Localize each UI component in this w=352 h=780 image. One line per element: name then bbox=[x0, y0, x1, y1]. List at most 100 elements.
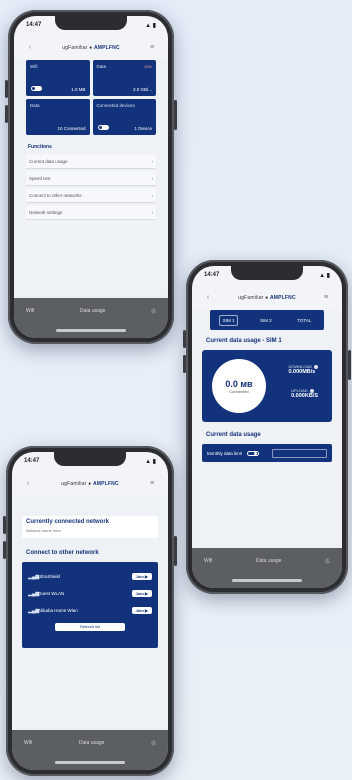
bottom-nav: Wifi Data usage Ⓢ bbox=[14, 298, 168, 338]
back-icon[interactable]: ‹ bbox=[26, 44, 34, 52]
volume-button bbox=[183, 355, 186, 373]
wifi-toggle[interactable] bbox=[31, 86, 42, 91]
phone-home: 14:47 ▲ ▮ ‹ ugFamiliar ● AMPLFNC ≡ Wifi … bbox=[5, 10, 177, 344]
network-name: Alibaba Home Wlan bbox=[38, 608, 78, 613]
network-row[interactable]: ▂▄▆ Guest WLAN Join ▶ bbox=[28, 585, 152, 602]
network-row[interactable]: ▂▄▆ UltraShield Join ▶ bbox=[28, 568, 152, 585]
back-icon[interactable]: ‹ bbox=[204, 294, 212, 302]
status-time: 14:47 bbox=[24, 458, 40, 464]
join-button[interactable]: Join ▶ bbox=[131, 590, 152, 597]
devices-toggle[interactable] bbox=[97, 125, 109, 130]
nav-left[interactable]: Wifi bbox=[204, 558, 212, 564]
tile-value: 3.0 GB/... bbox=[132, 87, 152, 92]
power-button bbox=[174, 100, 177, 130]
gauge-label: Connected bbox=[229, 388, 249, 394]
current-network-title: Currently connected network bbox=[26, 519, 110, 525]
functions-list: Current data usage › Speed test › Connect … bbox=[26, 154, 156, 222]
function-label: Current data usage bbox=[29, 158, 68, 164]
power-button bbox=[174, 536, 177, 566]
current-usage-title: Current data usage bbox=[206, 432, 261, 438]
volume-button bbox=[5, 105, 8, 123]
volume-button bbox=[183, 330, 186, 348]
other-network-title: Connect to other network bbox=[26, 550, 99, 556]
data-limit-label: Monthly data limit bbox=[207, 450, 243, 456]
network-row[interactable]: ▂▄▆ Alibaba Home Wlan Join ▶ bbox=[28, 602, 152, 619]
data-limit-bar: Monthly data limit bbox=[202, 444, 332, 462]
power-button bbox=[348, 350, 351, 380]
menu-icon[interactable]: ≡ bbox=[322, 294, 330, 302]
function-item[interactable]: Network settings › bbox=[26, 205, 156, 220]
brand-logo: ugFamiliar ● AMPLFNC bbox=[238, 295, 296, 301]
settings-icon[interactable]: Ⓢ bbox=[325, 558, 330, 565]
refresh-button[interactable]: Refresh list bbox=[55, 623, 125, 631]
current-network-name: Network name here bbox=[26, 528, 61, 533]
menu-icon[interactable]: ≡ bbox=[148, 44, 156, 52]
signal-icon: ▲ ▮ bbox=[145, 458, 156, 465]
join-button[interactable]: Join ▶ bbox=[131, 607, 152, 614]
settings-icon[interactable]: Ⓢ bbox=[151, 308, 156, 315]
data-limit-input[interactable] bbox=[272, 448, 327, 458]
network-list: ▂▄▆ UltraShield Join ▶ ▂▄▆ Guest WLAN Jo… bbox=[22, 562, 158, 648]
bottom-nav: Wifi Data usage Ⓢ bbox=[192, 548, 342, 588]
chevron-right-icon: › bbox=[151, 192, 154, 198]
upload-value: 0.000KB/S bbox=[291, 393, 318, 399]
tile-data[interactable]: Data 10% 3.0 GB/... bbox=[92, 60, 156, 96]
tile-title: Connected devices bbox=[96, 103, 135, 108]
download-icon bbox=[314, 364, 318, 369]
tile-data-connected[interactable]: Data 10 Connected bbox=[26, 99, 90, 135]
app-header: ‹ ugFamiliar ● AMPLFNC ≡ bbox=[12, 474, 168, 494]
download-stat: DOWNLOAD 0.000MB/s bbox=[288, 364, 318, 375]
status-time: 14:47 bbox=[26, 22, 42, 28]
wifi-signal-icon: ▂▄▆ bbox=[28, 590, 40, 597]
notch bbox=[55, 16, 127, 30]
phone-networks: 14:47 ▲ ▮ ‹ ugFamiliar ● AMPLFNC ≡ Curre… bbox=[3, 446, 177, 776]
chevron-right-icon: › bbox=[151, 175, 154, 181]
menu-icon[interactable]: ≡ bbox=[148, 480, 156, 488]
function-item[interactable]: Speed test › bbox=[26, 171, 156, 186]
wifi-signal-icon: ▂▄▆ bbox=[28, 607, 40, 614]
brand-logo: ugFamiliar ● AMPLFNC bbox=[62, 45, 120, 51]
tile-wifi[interactable]: Wifi 1.0 MB bbox=[26, 60, 90, 96]
functions-title: Functions bbox=[28, 144, 52, 150]
upload-icon bbox=[309, 388, 314, 393]
settings-icon[interactable]: Ⓢ bbox=[151, 740, 156, 747]
nav-center[interactable]: Data usage bbox=[80, 308, 106, 314]
tab-sim2[interactable]: SIM 2 bbox=[256, 315, 276, 326]
networks-content: Currently connected network Network name… bbox=[12, 496, 168, 730]
data-limit-toggle[interactable] bbox=[247, 450, 260, 456]
app-header: ‹ ugFamiliar ● AMPLFNC ≡ bbox=[192, 288, 342, 308]
status-tiles: Wifi 1.0 MB Data 10% 3.0 GB/... Data 10 … bbox=[26, 60, 156, 135]
tab-total[interactable]: TOTAL bbox=[293, 315, 315, 326]
tile-connected-devices[interactable]: Connected devices 1 Device bbox=[92, 99, 156, 135]
volume-button bbox=[3, 541, 6, 559]
tile-value: 1 Device bbox=[134, 126, 152, 131]
current-network-card: Currently connected network Network name… bbox=[22, 516, 158, 538]
upload-label: UPLOAD bbox=[291, 388, 308, 393]
screen: 14:47 ▲ ▮ ‹ ugFamiliar ● AMPLFNC ≡ Wifi … bbox=[14, 16, 168, 338]
function-item[interactable]: Connect to other networks › bbox=[26, 188, 156, 203]
brand-logo: ugFamiliar ● AMPLFNC bbox=[61, 481, 119, 487]
chevron-right-icon: › bbox=[151, 158, 154, 164]
tile-title: Data bbox=[30, 103, 40, 108]
function-item[interactable]: Current data usage › bbox=[26, 154, 156, 169]
screen: 14:47 ▲ ▮ ‹ ugFamiliar ● AMPLFNC ≡ SIM 1… bbox=[192, 266, 342, 588]
nav-center[interactable]: Data usage bbox=[79, 740, 105, 746]
tile-value: 1.0 MB bbox=[71, 87, 86, 92]
signal-icon: ▲ ▮ bbox=[145, 22, 156, 29]
network-name: UltraShield bbox=[38, 574, 61, 579]
nav-center[interactable]: Data usage bbox=[256, 558, 282, 564]
volume-button bbox=[3, 516, 6, 534]
sim-tabs: SIM 1 SIM 2 TOTAL bbox=[210, 310, 324, 330]
back-icon[interactable]: ‹ bbox=[24, 480, 32, 488]
nav-left[interactable]: Wifi bbox=[26, 308, 34, 314]
home-indicator bbox=[232, 579, 302, 582]
join-button[interactable]: Join ▶ bbox=[131, 573, 152, 580]
bottom-nav: Wifi Data usage Ⓢ bbox=[12, 730, 168, 770]
usage-gauge: 0.0 мв Connected bbox=[212, 359, 266, 413]
nav-left[interactable]: Wifi bbox=[24, 740, 32, 746]
notch bbox=[231, 266, 303, 280]
tab-sim1[interactable]: SIM 1 bbox=[218, 314, 239, 326]
function-label: Speed test bbox=[29, 175, 51, 181]
home-indicator bbox=[55, 761, 125, 764]
data-usage-content: SIM 1 SIM 2 TOTAL Current data usage - S… bbox=[192, 310, 342, 548]
